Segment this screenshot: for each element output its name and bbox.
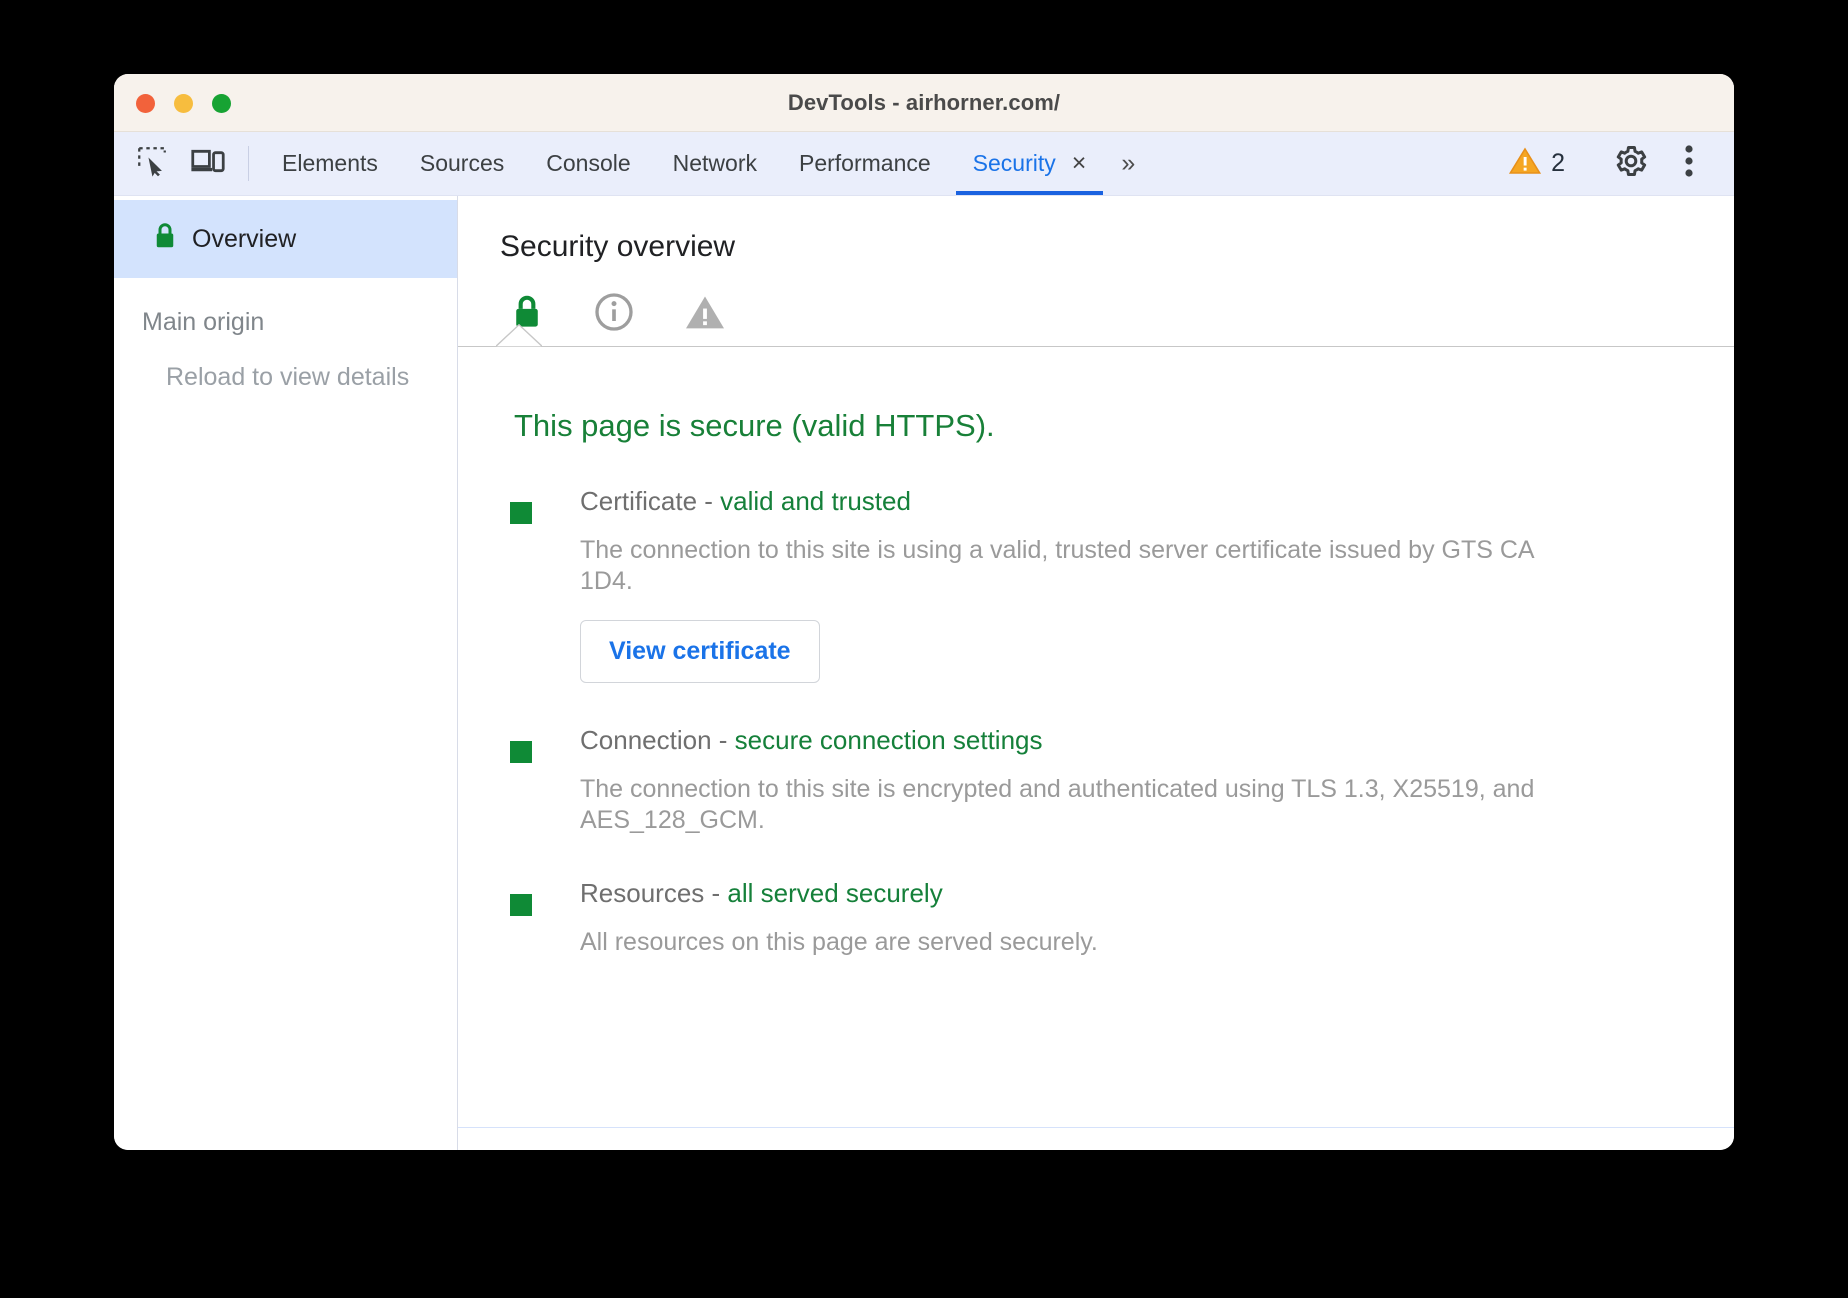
section-body: Certificate - valid and trusted The conn… bbox=[532, 486, 1552, 683]
security-section-resources: Resources - all served securely All reso… bbox=[458, 836, 1734, 958]
devtools-tabbar: Elements Sources Console Network Perform… bbox=[114, 132, 1734, 196]
inspect-element-icon bbox=[135, 144, 169, 183]
tab-console[interactable]: Console bbox=[525, 132, 651, 195]
gear-icon bbox=[1613, 143, 1649, 184]
sidebar-reload-hint: Reload to view details bbox=[114, 337, 457, 392]
section-value: all served securely bbox=[727, 878, 942, 908]
panel-divider bbox=[458, 346, 1734, 347]
tab-label: Network bbox=[673, 150, 757, 177]
sidebar-item-label: Overview bbox=[192, 225, 296, 254]
warning-triangle-icon[interactable] bbox=[684, 293, 726, 336]
toolbar-divider bbox=[248, 146, 249, 181]
tab-label: Security bbox=[973, 150, 1056, 177]
device-toolbar-button[interactable] bbox=[180, 132, 236, 195]
tab-elements[interactable]: Elements bbox=[261, 132, 399, 195]
inspect-element-button[interactable] bbox=[124, 132, 180, 195]
warning-badge[interactable]: 2 bbox=[1497, 146, 1577, 181]
security-section-connection: Connection - secure connection settings … bbox=[458, 683, 1734, 837]
info-icon[interactable] bbox=[594, 292, 634, 337]
security-state-icons bbox=[458, 264, 1734, 338]
status-square-icon bbox=[510, 894, 532, 916]
chevron-double-right-icon: » bbox=[1121, 149, 1132, 178]
section-label: Connection - bbox=[580, 725, 735, 755]
section-title: Certificate - valid and trusted bbox=[580, 486, 1552, 517]
devtools-window: DevTools - airhorner.com/ bbox=[114, 74, 1734, 1150]
tab-label: Performance bbox=[799, 150, 931, 177]
section-value: secure connection settings bbox=[735, 725, 1043, 755]
warning-triangle-icon bbox=[1509, 146, 1541, 181]
tab-security[interactable]: Security × bbox=[952, 132, 1108, 195]
page-title: Security overview bbox=[458, 196, 1734, 264]
green-lock-icon bbox=[152, 221, 178, 258]
panel-tabs: Elements Sources Console Network Perform… bbox=[261, 132, 1146, 195]
section-title: Connection - secure connection settings bbox=[580, 725, 1552, 756]
more-tabs-button[interactable]: » bbox=[1107, 132, 1146, 195]
section-label: Resources - bbox=[580, 878, 727, 908]
tab-label: Sources bbox=[420, 150, 504, 177]
window-title: DevTools - airhorner.com/ bbox=[114, 90, 1734, 116]
security-sidebar: Overview Main origin Reload to view deta… bbox=[114, 196, 458, 1150]
close-tab-icon[interactable]: × bbox=[1072, 151, 1087, 176]
more-options-button[interactable] bbox=[1660, 135, 1718, 193]
tab-label: Console bbox=[546, 150, 630, 177]
panel-bottom-divider bbox=[458, 1127, 1734, 1128]
kebab-menu-icon bbox=[1683, 143, 1695, 184]
warning-count: 2 bbox=[1551, 149, 1565, 178]
tabbar-right-tools: 2 bbox=[1497, 132, 1734, 195]
tab-label: Elements bbox=[282, 150, 378, 177]
tab-sources[interactable]: Sources bbox=[399, 132, 525, 195]
section-description: The connection to this site is using a v… bbox=[580, 517, 1552, 598]
sidebar-item-overview[interactable]: Overview bbox=[114, 200, 457, 278]
section-body: Connection - secure connection settings … bbox=[532, 725, 1552, 837]
active-state-pointer-icon bbox=[496, 324, 542, 347]
view-certificate-button[interactable]: View certificate bbox=[580, 620, 820, 683]
section-description: All resources on this page are served se… bbox=[580, 909, 1098, 958]
status-square-icon bbox=[510, 502, 532, 524]
section-value: valid and trusted bbox=[720, 486, 911, 516]
section-description: The connection to this site is encrypted… bbox=[580, 756, 1552, 837]
sidebar-group-main-origin: Main origin bbox=[114, 278, 457, 337]
tabbar-left-tools bbox=[114, 132, 261, 195]
panel-divider-with-pointer bbox=[458, 338, 1734, 354]
device-toolbar-icon bbox=[190, 144, 226, 183]
devtools-body: Overview Main origin Reload to view deta… bbox=[114, 196, 1734, 1150]
status-square-icon bbox=[510, 741, 532, 763]
section-body: Resources - all served securely All reso… bbox=[532, 878, 1098, 958]
security-section-certificate: Certificate - valid and trusted The conn… bbox=[458, 444, 1734, 683]
security-summary: This page is secure (valid HTTPS). bbox=[458, 354, 1734, 444]
security-overview-panel: Security overview bbox=[458, 196, 1734, 1150]
tab-network[interactable]: Network bbox=[652, 132, 778, 195]
section-label: Certificate - bbox=[580, 486, 720, 516]
settings-button[interactable] bbox=[1602, 135, 1660, 193]
tab-performance[interactable]: Performance bbox=[778, 132, 952, 195]
section-title: Resources - all served securely bbox=[580, 878, 1098, 909]
window-titlebar: DevTools - airhorner.com/ bbox=[114, 74, 1734, 132]
